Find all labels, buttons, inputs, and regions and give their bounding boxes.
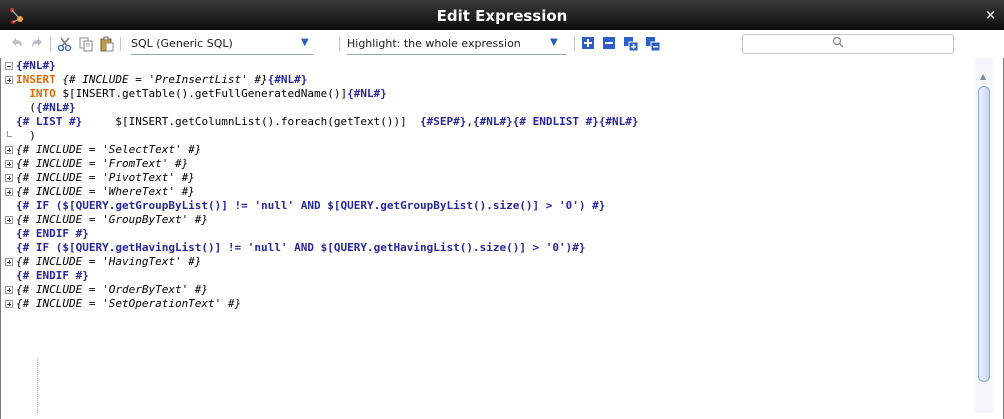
indent-guide xyxy=(37,358,39,413)
code-token: {# INCLUDE = 'HavingText' #} xyxy=(16,255,202,268)
window-title: Edit Expression xyxy=(436,7,568,25)
code-token: $[INSERT.getTable().getFullGeneratedName… xyxy=(55,87,348,100)
chevron-down-icon: ▼ xyxy=(550,37,558,48)
highlight-select[interactable]: Highlight: the whole expression ▼ xyxy=(347,37,567,55)
code-token: {#SEP#} xyxy=(420,115,467,128)
code-token: {# IF ($[QUERY.getGroupByList()] != 'nul… xyxy=(16,199,606,212)
toolbar-separator xyxy=(120,37,121,51)
code-token: {# INCLUDE = 'SelectText' #} xyxy=(16,143,202,156)
language-select[interactable]: SQL (Generic SQL) ▼ xyxy=(131,37,313,55)
code-token: {#NL#}{# ENDLIST #}{#NL#} xyxy=(472,115,639,128)
code-text: ({#NL#} xyxy=(16,101,76,115)
code-token: {# INCLUDE = 'FromText' #} xyxy=(16,157,189,170)
code-token: {#NL#} xyxy=(16,59,56,72)
close-icon[interactable]: × xyxy=(985,8,996,23)
scrollbar-thumb[interactable] xyxy=(978,86,990,382)
expand-fold-icon[interactable] xyxy=(4,171,14,185)
code-text: INSERT {# INCLUDE = 'PreInsertList' #}{#… xyxy=(16,73,307,87)
highlight-select-underline xyxy=(347,54,567,55)
expand-fold-icon[interactable] xyxy=(4,297,14,311)
code-text: {# LIST #} $[INSERT.getColumnList().fore… xyxy=(16,115,639,129)
code-text: {# ENDIF #} xyxy=(16,269,89,283)
collapse-selection-icon[interactable] xyxy=(645,36,661,52)
code-text: ) xyxy=(16,129,36,143)
expand-selection-icon[interactable] xyxy=(623,36,639,52)
code-token: ( xyxy=(16,101,36,114)
undo-icon[interactable] xyxy=(10,36,24,52)
expand-fold-icon[interactable] xyxy=(4,255,14,269)
chevron-down-icon: ▼ xyxy=(301,37,309,48)
code-token: {#NL#} xyxy=(267,73,308,86)
language-select-value: SQL (Generic SQL) xyxy=(131,37,233,50)
code-text: {#NL#} xyxy=(16,59,56,73)
code-token: ) xyxy=(16,129,36,142)
code-token: {# INCLUDE = 'PivotText' #} xyxy=(16,171,195,184)
code-token: {# INCLUDE = 'WhereText' #} xyxy=(16,185,195,198)
code-token: INSERT xyxy=(16,73,56,86)
code-text: {# INCLUDE = 'HavingText' #} xyxy=(16,255,201,269)
code-token: {# INCLUDE = 'OrderByText' #} xyxy=(16,283,209,296)
vertical-scrollbar[interactable]: ▲ xyxy=(975,58,993,413)
code-text: {# INCLUDE = 'WhereText' #} xyxy=(16,185,195,199)
code-token: $[INSERT.getColumnList().foreach(getText… xyxy=(82,115,420,128)
expand-fold-icon[interactable] xyxy=(4,157,14,171)
highlight-select-value: Highlight: the whole expression xyxy=(347,37,521,50)
expand-fold-icon[interactable] xyxy=(4,143,14,157)
search-input[interactable] xyxy=(742,34,954,54)
cut-icon[interactable] xyxy=(57,36,73,52)
fold-end-marker xyxy=(4,129,14,143)
code-token: {#NL#} xyxy=(347,87,387,100)
toolbar-separator xyxy=(574,37,575,51)
code-text: {# INCLUDE = 'FromText' #} xyxy=(16,157,188,171)
redo-icon[interactable] xyxy=(30,36,44,52)
collapse-all-icon[interactable] xyxy=(602,36,616,52)
code-token: {# IF ($[QUERY.getHavingList()] != 'null… xyxy=(16,241,586,254)
toolbar-separator xyxy=(50,37,51,51)
expand-fold-icon[interactable] xyxy=(4,73,14,87)
collapse-fold-icon[interactable] xyxy=(4,59,14,73)
expression-editor[interactable]: {#NL#} INSERT {# INCLUDE = 'PreInsertList… xyxy=(4,58,976,413)
title-bar: Edit Expression × xyxy=(0,0,1004,30)
code-token: {# ENDIF #} xyxy=(16,227,89,240)
scroll-up-icon[interactable]: ▲ xyxy=(980,72,986,81)
expand-fold-icon[interactable] xyxy=(4,213,14,227)
code-text: {# INCLUDE = 'PivotText' #} xyxy=(16,171,195,185)
code-text: {# ENDIF #} xyxy=(16,227,89,241)
code-text: {# INCLUDE = 'SetOperationText' #} xyxy=(16,297,241,311)
code-token: {# INCLUDE = 'SetOperationText' #} xyxy=(16,297,242,310)
toolbar-separator xyxy=(339,37,340,51)
code-text: {# IF ($[QUERY.getGroupByList()] != 'nul… xyxy=(16,199,605,213)
code-token: {# INCLUDE = 'GroupByText' #} xyxy=(16,213,209,226)
code-token: {# ENDIF #} xyxy=(16,269,89,282)
expand-fold-icon[interactable] xyxy=(4,185,14,199)
code-text: {# INCLUDE = 'SelectText' #} xyxy=(16,143,201,157)
copy-icon[interactable] xyxy=(78,36,94,52)
expand-fold-icon[interactable] xyxy=(4,283,14,297)
code-token: {# INCLUDE = 'PreInsertList' #} xyxy=(55,73,268,86)
paste-icon[interactable] xyxy=(99,36,115,52)
code-token: INTO xyxy=(16,87,56,100)
search-icon xyxy=(832,36,844,51)
expand-all-icon[interactable] xyxy=(581,36,595,52)
toolbar: SQL (Generic SQL) ▼ Highlight: the whole… xyxy=(0,30,1004,58)
code-token: {# LIST #} xyxy=(16,115,83,128)
code-token: {#NL#} xyxy=(35,101,76,114)
code-text: INTO $[INSERT.getTable().getFullGenerate… xyxy=(16,87,387,101)
code-text: {# IF ($[QUERY.getHavingList()] != 'null… xyxy=(16,241,586,255)
language-select-underline xyxy=(131,54,313,55)
code-text: {# INCLUDE = 'OrderByText' #} xyxy=(16,283,208,297)
code-text: {# INCLUDE = 'GroupByText' #} xyxy=(16,213,208,227)
code-token: , xyxy=(466,115,473,128)
